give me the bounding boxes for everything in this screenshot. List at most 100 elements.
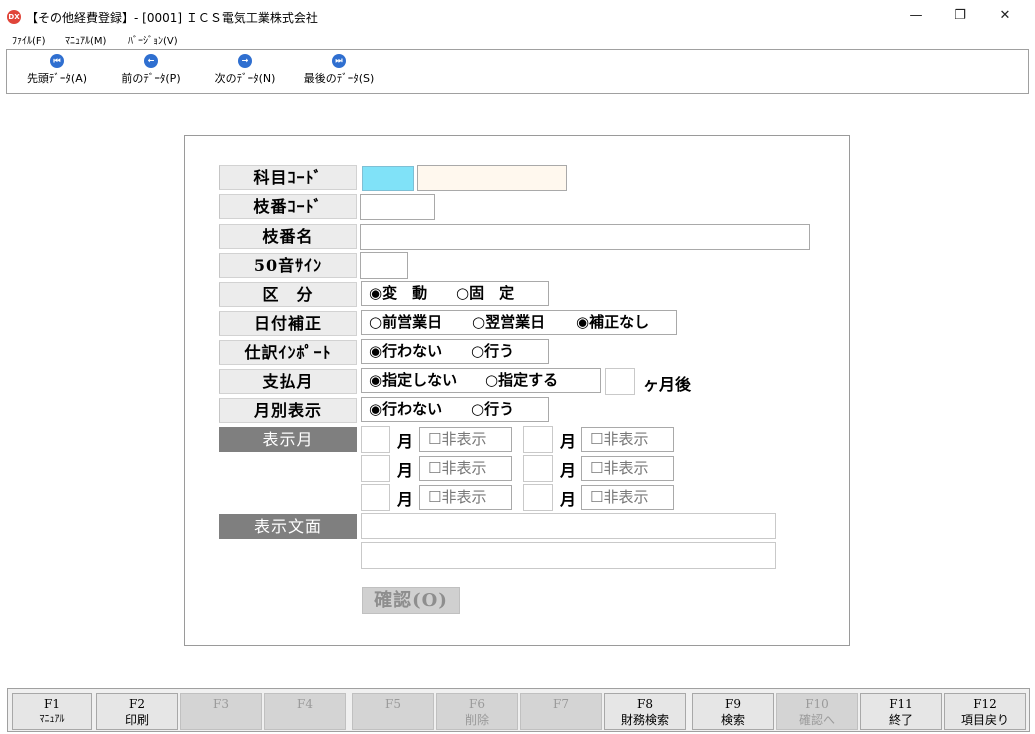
getsubetsu-radio-yes[interactable]: ○行う bbox=[471, 398, 514, 421]
hizuke-radio-mae[interactable]: ○前営業日 bbox=[369, 311, 442, 334]
f4-button[interactable]: F4 bbox=[264, 693, 346, 730]
f10-key: F10 bbox=[805, 697, 829, 711]
hide-checkbox-2[interactable]: ☐非表示 bbox=[581, 427, 674, 452]
f6-label: 削除 bbox=[464, 713, 489, 727]
shiwake-label: 仕訳ｲﾝﾎﾟｰﾄ bbox=[219, 340, 357, 365]
f7-button[interactable]: F7 bbox=[520, 693, 602, 730]
hizuke-radio-group: ○前営業日 ○翌営業日 ◉補正なし bbox=[361, 310, 677, 335]
shiharai-radio-group: ◉指定しない ○指定する bbox=[361, 368, 601, 393]
kubun-radio-kotei[interactable]: ○固 定 bbox=[456, 282, 514, 305]
f9-key: F9 bbox=[725, 697, 741, 711]
title-bar: DX 【その他経費登録】- [0001] ＩＣＳ電気工業株式会社 — ❐ ✕ bbox=[0, 0, 1035, 32]
f2-label: 印刷 bbox=[124, 713, 149, 727]
last-record-icon: ⏭ bbox=[332, 54, 346, 68]
sakuin-input[interactable] bbox=[360, 252, 408, 279]
month-input-2[interactable] bbox=[523, 426, 553, 453]
f8-button[interactable]: F8 財務検索 bbox=[604, 693, 686, 730]
f5-button[interactable]: F5 bbox=[352, 693, 434, 730]
hizuke-radio-yoku[interactable]: ○翌営業日 bbox=[472, 311, 545, 334]
shiwake-radio-yes[interactable]: ○行う bbox=[471, 340, 514, 363]
shiharai-label: 支払月 bbox=[219, 369, 357, 394]
minimize-button[interactable]: — bbox=[893, 0, 939, 32]
hide-checkbox-4[interactable]: ☐非表示 bbox=[581, 456, 674, 481]
f1-label: ﾏﾆｭｱﾙ bbox=[39, 714, 65, 725]
next-data-label: 次のﾃﾞｰﾀ(N) bbox=[214, 72, 276, 85]
prev-data-button[interactable]: ← 前のﾃﾞｰﾀ(P) bbox=[115, 54, 187, 86]
month-unit-6: 月 bbox=[560, 490, 577, 509]
month-unit-5: 月 bbox=[397, 490, 414, 509]
menu-file[interactable]: ﾌｧｲﾙ(F) bbox=[12, 32, 46, 47]
menu-bar: ﾌｧｲﾙ(F) ﾏﾆｭｱﾙ(M) ﾊﾞｰｼﾞｮﾝ(V) bbox=[0, 31, 1035, 47]
f8-key: F8 bbox=[637, 697, 653, 711]
f2-button[interactable]: F2 印刷 bbox=[96, 693, 178, 730]
last-data-label: 最後のﾃﾞｰﾀ(S) bbox=[303, 72, 375, 85]
f10-button[interactable]: F10 確認へ bbox=[776, 693, 858, 730]
hide-checkbox-5[interactable]: ☐非表示 bbox=[419, 485, 512, 510]
f1-key: F1 bbox=[44, 697, 60, 711]
next-data-button[interactable]: → 次のﾃﾞｰﾀ(N) bbox=[209, 54, 281, 86]
edaban-name-label: 枝番名 bbox=[219, 224, 357, 249]
first-data-label: 先頭ﾃﾞｰﾀ(A) bbox=[26, 72, 88, 85]
month-unit-3: 月 bbox=[397, 461, 414, 480]
hyoji-bunmen-label: 表示文面 bbox=[219, 514, 357, 539]
hide-checkbox-6[interactable]: ☐非表示 bbox=[581, 485, 674, 510]
menu-version[interactable]: ﾊﾞｰｼﾞｮﾝ(V) bbox=[128, 32, 178, 47]
f9-label: 検索 bbox=[720, 713, 745, 727]
getsubetsu-radio-group: ◉行わない ○行う bbox=[361, 397, 549, 422]
f4-key: F4 bbox=[297, 697, 313, 711]
hide-checkbox-1[interactable]: ☐非表示 bbox=[419, 427, 512, 452]
first-record-icon: ⏮ bbox=[50, 54, 64, 68]
f8-label: 財務検索 bbox=[620, 713, 669, 727]
hyoji-bunmen-input-2[interactable] bbox=[361, 542, 776, 569]
month-unit-4: 月 bbox=[560, 461, 577, 480]
kamoku-code-input[interactable] bbox=[362, 166, 414, 191]
prev-record-icon: ← bbox=[144, 54, 158, 68]
hizuke-radio-nashi[interactable]: ◉補正なし bbox=[576, 311, 649, 334]
confirm-button[interactable]: 確認(O) bbox=[362, 587, 460, 614]
shiharai-radio-specify[interactable]: ○指定する bbox=[485, 369, 558, 392]
f5-key: F5 bbox=[385, 697, 401, 711]
menu-manual[interactable]: ﾏﾆｭｱﾙ(M) bbox=[65, 32, 106, 47]
f12-label: 項目戻り bbox=[960, 713, 1009, 727]
month-unit-1: 月 bbox=[397, 432, 414, 451]
prev-data-label: 前のﾃﾞｰﾀ(P) bbox=[121, 72, 181, 85]
kubun-label: 区 分 bbox=[219, 282, 357, 307]
getsubetsu-radio-no[interactable]: ◉行わない bbox=[369, 398, 442, 421]
month-input-5[interactable] bbox=[361, 484, 390, 511]
f3-button[interactable]: F3 bbox=[180, 693, 262, 730]
next-record-icon: → bbox=[238, 54, 252, 68]
kamoku-name-field bbox=[417, 165, 567, 191]
last-data-button[interactable]: ⏭ 最後のﾃﾞｰﾀ(S) bbox=[299, 54, 379, 86]
f11-key: F11 bbox=[889, 697, 913, 711]
f2-key: F2 bbox=[129, 697, 145, 711]
window-title: 【その他経費登録】- [0001] ＩＣＳ電気工業株式会社 bbox=[26, 11, 318, 25]
restore-button[interactable]: ❐ bbox=[937, 0, 983, 32]
shiwake-radio-no[interactable]: ◉行わない bbox=[369, 340, 442, 363]
month-input-1[interactable] bbox=[361, 426, 390, 453]
f12-button[interactable]: F12 項目戻り bbox=[944, 693, 1026, 730]
f6-button[interactable]: F6 削除 bbox=[436, 693, 518, 730]
month-input-3[interactable] bbox=[361, 455, 390, 482]
shiharai-suffix: ヶ月後 bbox=[643, 375, 692, 394]
function-key-bar: F1 ﾏﾆｭｱﾙ F2 印刷 F3 F4 F5 F6 削除 F7 F8 財務検索… bbox=[7, 688, 1030, 732]
month-input-6[interactable] bbox=[523, 484, 553, 511]
shiharai-radio-none[interactable]: ◉指定しない bbox=[369, 369, 457, 392]
hide-checkbox-3[interactable]: ☐非表示 bbox=[419, 456, 512, 481]
first-data-button[interactable]: ⏮ 先頭ﾃﾞｰﾀ(A) bbox=[22, 54, 92, 86]
f1-button[interactable]: F1 ﾏﾆｭｱﾙ bbox=[12, 693, 92, 730]
edaban-code-input[interactable] bbox=[360, 194, 435, 220]
shiharai-months-input[interactable] bbox=[605, 368, 635, 395]
form-panel: 科目ｺｰﾄﾞ 枝番ｺｰﾄﾞ 枝番名 50音ｻｲﾝ 区 分 ◉変 動 ○固 定 日… bbox=[184, 135, 850, 646]
f11-button[interactable]: F11 終了 bbox=[860, 693, 942, 730]
kubun-radio-hendo[interactable]: ◉変 動 bbox=[369, 282, 427, 305]
hyoji-bunmen-input-1[interactable] bbox=[361, 513, 776, 539]
edaban-name-input[interactable] bbox=[360, 224, 810, 250]
f7-key: F7 bbox=[553, 697, 569, 711]
f3-key: F3 bbox=[213, 697, 229, 711]
getsubetsu-label: 月別表示 bbox=[219, 398, 357, 423]
kamoku-code-label: 科目ｺｰﾄﾞ bbox=[219, 165, 357, 190]
hyoji-tsuki-label: 表示月 bbox=[219, 427, 357, 452]
month-input-4[interactable] bbox=[523, 455, 553, 482]
close-button[interactable]: ✕ bbox=[982, 0, 1028, 32]
f9-button[interactable]: F9 検索 bbox=[692, 693, 774, 730]
